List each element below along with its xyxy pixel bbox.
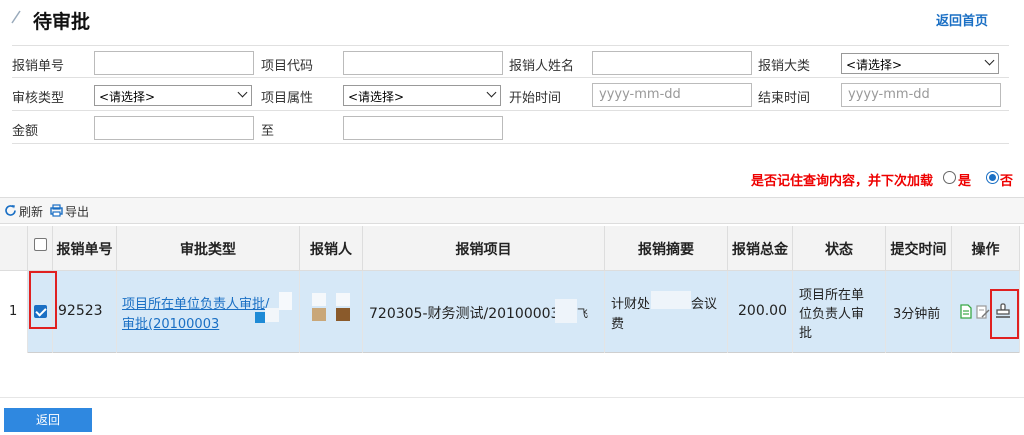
remember-no-label: 否 bbox=[1000, 174, 1014, 189]
redacted-block bbox=[336, 293, 350, 306]
project-cell: 720305-财务测试/20100003- 飞 bbox=[363, 271, 605, 353]
approval-type-link-line1[interactable]: 项目所在单位负责人审批/ bbox=[122, 293, 269, 312]
checkbox-highlight-box bbox=[29, 271, 57, 329]
header-claim-no[interactable]: 报销单号 bbox=[53, 226, 117, 271]
summary-value-line2: 费 bbox=[611, 317, 625, 332]
summary-value-b: 会议 bbox=[691, 297, 718, 312]
header-project[interactable]: 报销项目 bbox=[363, 226, 605, 271]
end-date-input[interactable]: yyyy-mm-dd bbox=[841, 83, 1001, 107]
grid-toolbar: 刷新 导出 bbox=[0, 197, 1024, 224]
page-header: 待审批 返回首页 bbox=[0, 0, 1024, 40]
pencil-icon bbox=[11, 10, 21, 24]
status-cell: 项目所在单 位负责人审 批 bbox=[793, 271, 886, 353]
label-claimant-name: 报销人姓名 bbox=[509, 59, 575, 74]
category-select[interactable]: <请选择> bbox=[841, 53, 999, 74]
category-select-value: <请选择> bbox=[846, 58, 903, 72]
row-index-cell: 1 bbox=[0, 271, 28, 353]
grid-header: 报销单号 审批类型 报销人 报销项目 报销摘要 报销总金 状态 提交时间 操作 bbox=[0, 226, 1020, 271]
header-checkbox-cell bbox=[28, 226, 53, 271]
redacted-block bbox=[651, 291, 691, 309]
form-row-2: 审核类型 <请选择> 项目属性 <请选择> 开始时间 yyyy-mm-dd 结束… bbox=[12, 78, 1009, 111]
redacted-block bbox=[312, 293, 326, 306]
header-actions: 操作 bbox=[952, 226, 1020, 271]
header-status[interactable]: 状态 bbox=[793, 226, 886, 271]
claim-no-input[interactable] bbox=[94, 51, 254, 75]
redacted-block bbox=[255, 312, 265, 323]
footer-divider bbox=[0, 397, 1024, 398]
label-project-code: 项目代码 bbox=[261, 59, 314, 74]
remember-yes-label: 是 bbox=[958, 174, 972, 189]
remember-query-label: 是否记住查询内容，并下次加载 bbox=[751, 174, 934, 189]
approval-type-link-line2[interactable]: 审批(20100003 bbox=[122, 313, 219, 332]
export-icon bbox=[50, 204, 63, 217]
header-amount[interactable]: 报销总金 bbox=[728, 226, 793, 271]
amount-min-input[interactable] bbox=[94, 116, 254, 140]
header-submit-time[interactable]: 提交时间 bbox=[886, 226, 952, 271]
approval-type-cell: 项目所在单位负责人审批/ 审批(20100003 bbox=[117, 271, 300, 353]
label-end-date: 结束时间 bbox=[758, 91, 811, 106]
refresh-button[interactable]: 刷新 bbox=[19, 203, 43, 220]
remember-no-radio[interactable] bbox=[986, 171, 999, 184]
chevron-down-icon bbox=[486, 87, 497, 98]
label-amount: 金额 bbox=[12, 124, 39, 139]
chevron-down-icon bbox=[984, 55, 995, 66]
amount-value: 200.00 bbox=[738, 303, 787, 319]
table-row[interactable]: 1 92523 项目所在单位负责人审批/ 审批(20100003 720305-… bbox=[0, 271, 1020, 353]
summary-cell: 计财处 会议 费 bbox=[605, 271, 728, 353]
header-approval-type[interactable]: 审批类型 bbox=[117, 226, 300, 271]
submit-time-cell: 3分钟前 bbox=[886, 271, 952, 353]
status-line1: 项目所在单 bbox=[799, 288, 865, 303]
submit-time-value: 3分钟前 bbox=[893, 307, 941, 322]
remember-yes-radio[interactable] bbox=[943, 171, 956, 184]
header-rownum bbox=[0, 226, 28, 271]
status-line2: 位负责人审 bbox=[799, 307, 865, 322]
redacted-block bbox=[279, 292, 292, 310]
label-project-attr: 项目属性 bbox=[261, 91, 314, 106]
export-button[interactable]: 导出 bbox=[65, 203, 89, 220]
redacted-block bbox=[265, 308, 279, 322]
search-form: 报销单号 项目代码 报销人姓名 报销大类 <请选择> 审核类型 <请选择> 项目… bbox=[12, 45, 1009, 144]
audit-type-select[interactable]: <请选择> bbox=[94, 85, 252, 106]
project-code-input[interactable] bbox=[343, 51, 503, 75]
claimant-cell bbox=[300, 271, 363, 353]
project-value-tail: 飞 bbox=[577, 307, 588, 320]
page-title: 待审批 bbox=[33, 11, 91, 33]
project-attr-select-value: <请选择> bbox=[348, 90, 405, 104]
label-start-date: 开始时间 bbox=[509, 91, 562, 106]
label-to: 至 bbox=[261, 124, 275, 139]
status-line3: 批 bbox=[799, 326, 813, 341]
claim-no-cell: 92523 bbox=[53, 271, 117, 353]
view-document-icon[interactable] bbox=[960, 304, 972, 319]
stamp-highlight-box bbox=[990, 289, 1019, 339]
header-claimant[interactable]: 报销人 bbox=[300, 226, 363, 271]
form-row-1: 报销单号 项目代码 报销人姓名 报销大类 <请选择> bbox=[12, 45, 1009, 78]
label-category: 报销大类 bbox=[758, 59, 811, 74]
redacted-block bbox=[312, 308, 326, 321]
row-index: 1 bbox=[9, 304, 18, 319]
label-claim-no: 报销单号 bbox=[12, 59, 65, 74]
redacted-block bbox=[336, 308, 350, 321]
summary-value-a: 计财处 bbox=[611, 297, 651, 312]
refresh-icon bbox=[5, 205, 16, 216]
project-attr-select[interactable]: <请选择> bbox=[343, 85, 501, 106]
chevron-down-icon bbox=[237, 87, 248, 98]
audit-type-select-value: <请选择> bbox=[99, 90, 156, 104]
return-home-link[interactable]: 返回首页 bbox=[936, 10, 988, 29]
start-date-input[interactable]: yyyy-mm-dd bbox=[592, 83, 752, 107]
back-button[interactable]: 返回 bbox=[4, 408, 92, 432]
project-value: 720305-财务测试/20100003- bbox=[369, 306, 565, 322]
select-all-checkbox[interactable] bbox=[34, 238, 47, 251]
claimant-name-input[interactable] bbox=[592, 51, 752, 75]
form-row-3: 金额 至 bbox=[12, 111, 1009, 144]
claim-no-value: 92523 bbox=[58, 303, 103, 319]
header-summary[interactable]: 报销摘要 bbox=[605, 226, 728, 271]
label-audit-type: 审核类型 bbox=[12, 91, 65, 106]
edit-document-icon[interactable] bbox=[976, 305, 990, 319]
amount-cell: 200.00 bbox=[728, 271, 793, 353]
redacted-block bbox=[555, 299, 577, 323]
amount-max-input[interactable] bbox=[343, 116, 503, 140]
